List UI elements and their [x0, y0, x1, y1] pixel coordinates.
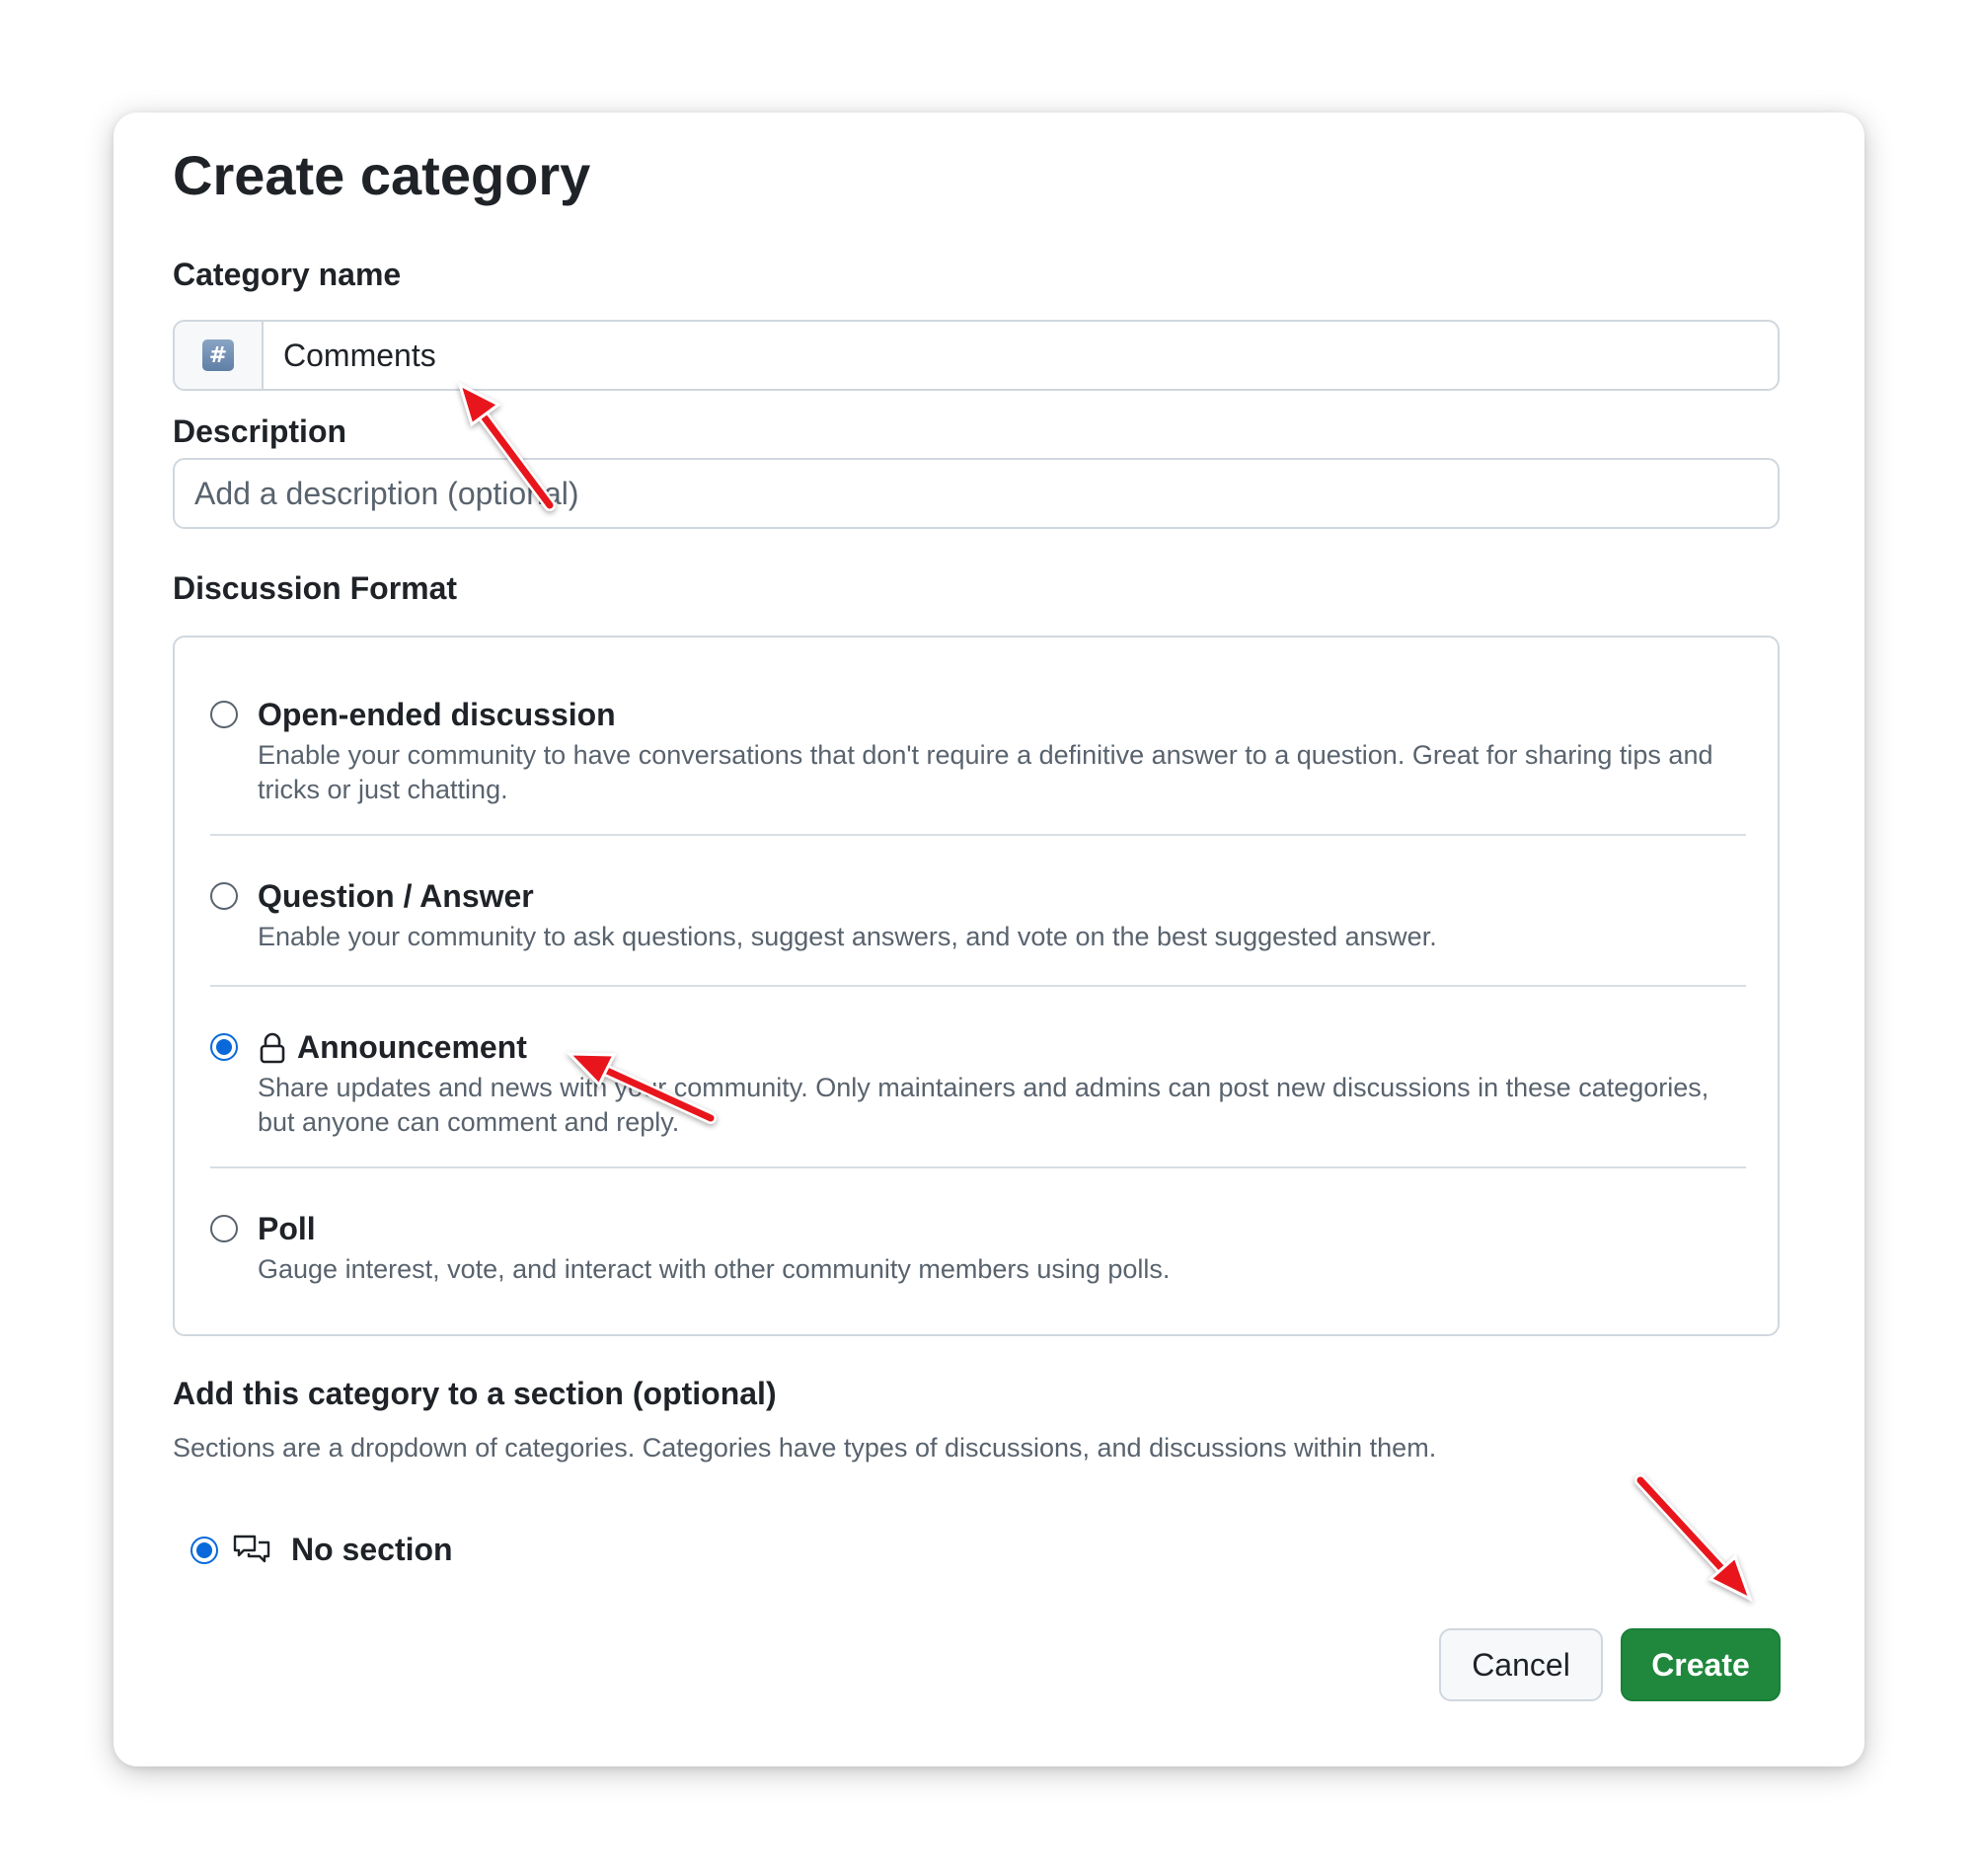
cancel-button[interactable]: Cancel — [1439, 1628, 1603, 1701]
format-title: Announcement — [258, 1029, 527, 1066]
description-label: Description — [173, 413, 347, 449]
section-option-no-section[interactable]: No section — [190, 1532, 453, 1568]
description-input[interactable] — [173, 458, 1780, 529]
format-title: Question / Answer — [258, 878, 534, 915]
divider — [210, 985, 1746, 987]
radio-poll[interactable] — [210, 1215, 238, 1242]
format-title-text: Open-ended discussion — [258, 697, 616, 732]
section-hint: Sections are a dropdown of categories. C… — [173, 1433, 1437, 1463]
format-title: Open-ended discussion — [258, 697, 616, 733]
category-name-label: Category name — [173, 257, 402, 292]
format-title: Poll — [258, 1211, 316, 1247]
format-title-text: Announcement — [297, 1029, 527, 1065]
format-description: Enable your community to have conversati… — [258, 740, 1713, 804]
create-button[interactable]: Create — [1621, 1628, 1781, 1701]
lock-icon — [260, 1032, 285, 1063]
radio-announcement[interactable] — [210, 1033, 238, 1061]
dialog-title: Create category — [173, 144, 591, 206]
create-category-dialog: Create category Category name # Comments… — [114, 113, 1864, 1766]
discussion-format-list: Open-ended discussion Enable your commun… — [173, 636, 1780, 1336]
hash-keycap-icon: # — [202, 339, 234, 371]
divider — [210, 834, 1746, 836]
section-heading: Add this category to a section (optional… — [173, 1376, 777, 1411]
format-description: Gauge interest, vote, and interact with … — [258, 1254, 1171, 1284]
radio-question-answer[interactable] — [210, 882, 238, 910]
radio-no-section[interactable] — [190, 1536, 218, 1564]
category-name-value: Comments — [283, 337, 436, 373]
discussion-format-label: Discussion Format — [173, 570, 458, 606]
radio-open-ended[interactable] — [210, 701, 238, 728]
comment-discussion-icon — [233, 1535, 270, 1562]
section-option-label: No section — [291, 1532, 453, 1567]
format-title-text: Poll — [258, 1211, 316, 1246]
category-name-input[interactable]: # Comments — [173, 320, 1780, 391]
format-description: Enable your community to ask questions, … — [258, 922, 1437, 951]
divider — [210, 1166, 1746, 1168]
format-description: Share updates and news with your communi… — [258, 1073, 1709, 1137]
format-title-text: Question / Answer — [258, 878, 534, 914]
emoji-picker-button[interactable]: # — [175, 322, 264, 389]
